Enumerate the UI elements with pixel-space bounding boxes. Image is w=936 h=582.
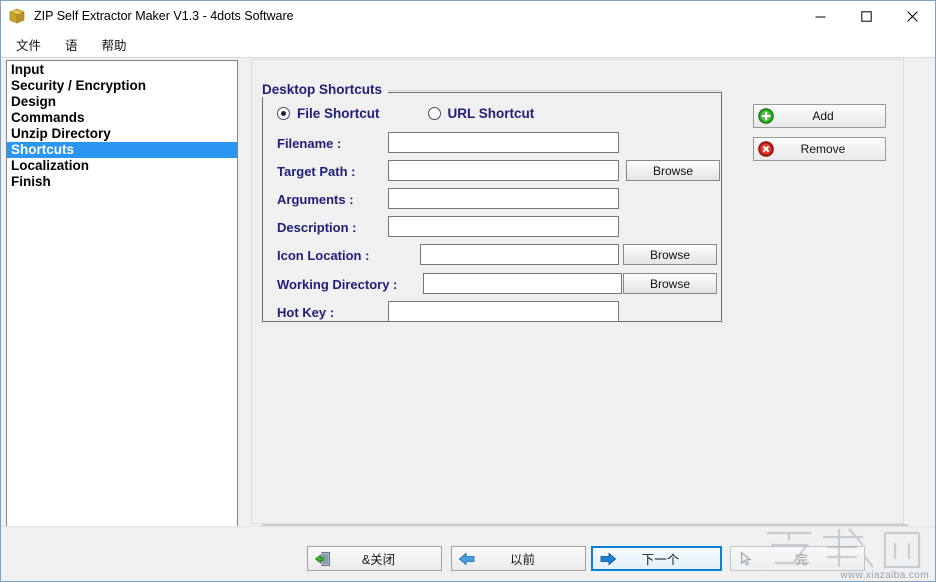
menu-help[interactable]: 帮助	[93, 32, 136, 57]
add-button-label: Add	[812, 109, 834, 123]
finish-button[interactable]: 完	[730, 546, 865, 571]
sidebar-item-security-encryption[interactable]: Security / Encryption	[7, 78, 237, 94]
url-shortcut-label[interactable]: URL Shortcut	[448, 106, 535, 121]
working-directory-browse-button[interactable]: Browse	[623, 273, 717, 294]
package-icon	[9, 8, 25, 24]
target-path-input[interactable]	[388, 160, 619, 181]
sidebar-item-design[interactable]: Design	[7, 94, 237, 110]
sidebar-item-localization[interactable]: Localization	[7, 158, 237, 174]
file-shortcut-radio[interactable]	[277, 107, 290, 120]
green-plus-circle-icon	[757, 107, 775, 125]
window-title: ZIP Self Extractor Maker V1.3 - 4dots So…	[34, 9, 294, 23]
maximize-button[interactable]	[843, 1, 889, 31]
working-directory-label: Working Directory :	[277, 277, 398, 292]
window-controls	[797, 1, 935, 31]
target-path-browse-button[interactable]: Browse	[626, 160, 720, 181]
minimize-button[interactable]	[797, 1, 843, 31]
close-button[interactable]	[889, 1, 935, 31]
sidebar-item-shortcuts[interactable]: Shortcuts	[7, 142, 237, 158]
menu-file[interactable]: 文件	[7, 32, 50, 57]
menu-language[interactable]: 语	[56, 32, 87, 57]
menu-bar: 文件 语 帮助	[1, 31, 935, 58]
description-input[interactable]	[388, 216, 619, 237]
next-label: 下一个	[641, 553, 680, 567]
icon-location-label: Icon Location :	[277, 248, 370, 263]
add-button[interactable]: Add	[753, 104, 886, 128]
icon-location-input[interactable]	[420, 244, 619, 265]
close-wizard-button[interactable]: &关闭	[307, 546, 442, 571]
arguments-label: Arguments :	[277, 192, 354, 207]
finish-label: 完	[795, 553, 808, 567]
next-button[interactable]: 下一个	[591, 546, 722, 571]
watermark-url: www.xiazaiba.com	[840, 570, 929, 581]
title-bar: ZIP Self Extractor Maker V1.3 - 4dots So…	[1, 1, 935, 31]
arguments-input[interactable]	[388, 188, 619, 209]
wizard-step-list[interactable]: Input Security / Encryption Design Comma…	[6, 60, 238, 530]
sidebar-item-commands[interactable]: Commands	[7, 110, 237, 126]
red-x-circle-icon	[757, 140, 775, 158]
group-title: Desktop Shortcuts	[262, 82, 389, 97]
blue-arrow-right-icon	[599, 550, 617, 568]
url-shortcut-radio[interactable]	[427, 107, 441, 120]
filename-label: Filename :	[277, 136, 342, 151]
close-wizard-label: &关闭	[361, 553, 396, 567]
client-area: Input Security / Encryption Design Comma…	[1, 58, 935, 581]
remove-button-label: Remove	[800, 142, 846, 156]
filename-input[interactable]	[388, 132, 619, 153]
sidebar-item-finish[interactable]: Finish	[7, 174, 237, 190]
exit-door-icon	[314, 550, 332, 568]
blue-arrow-left-icon	[458, 550, 476, 568]
previous-button[interactable]: 以前	[451, 546, 586, 571]
step-panel: Desktop Shortcuts File Shortcut URL Shor…	[251, 59, 904, 524]
sidebar-item-unzip-directory[interactable]: Unzip Directory	[7, 126, 237, 142]
hot-key-input[interactable]	[388, 301, 619, 322]
target-path-label: Target Path :	[277, 164, 356, 179]
remove-button[interactable]: Remove	[753, 137, 886, 161]
working-directory-input[interactable]	[423, 273, 622, 294]
application-window: ZIP Self Extractor Maker V1.3 - 4dots So…	[0, 0, 936, 582]
hot-key-label: Hot Key :	[277, 305, 335, 320]
file-shortcut-label[interactable]: File Shortcut	[297, 106, 380, 121]
sidebar-item-input[interactable]: Input	[7, 62, 237, 78]
icon-location-browse-button[interactable]: Browse	[623, 244, 717, 265]
previous-label: 以前	[509, 553, 535, 567]
description-label: Description :	[277, 220, 357, 235]
footer-bar: &关闭 以前 下一个 完 www.xiazaiba.com	[1, 526, 935, 581]
desktop-shortcuts-group: File Shortcut URL Shortcut Filename : Ta…	[262, 92, 722, 322]
cursor-arrow-icon	[737, 550, 755, 568]
shortcut-type-radio-group: File Shortcut URL Shortcut	[277, 106, 534, 121]
